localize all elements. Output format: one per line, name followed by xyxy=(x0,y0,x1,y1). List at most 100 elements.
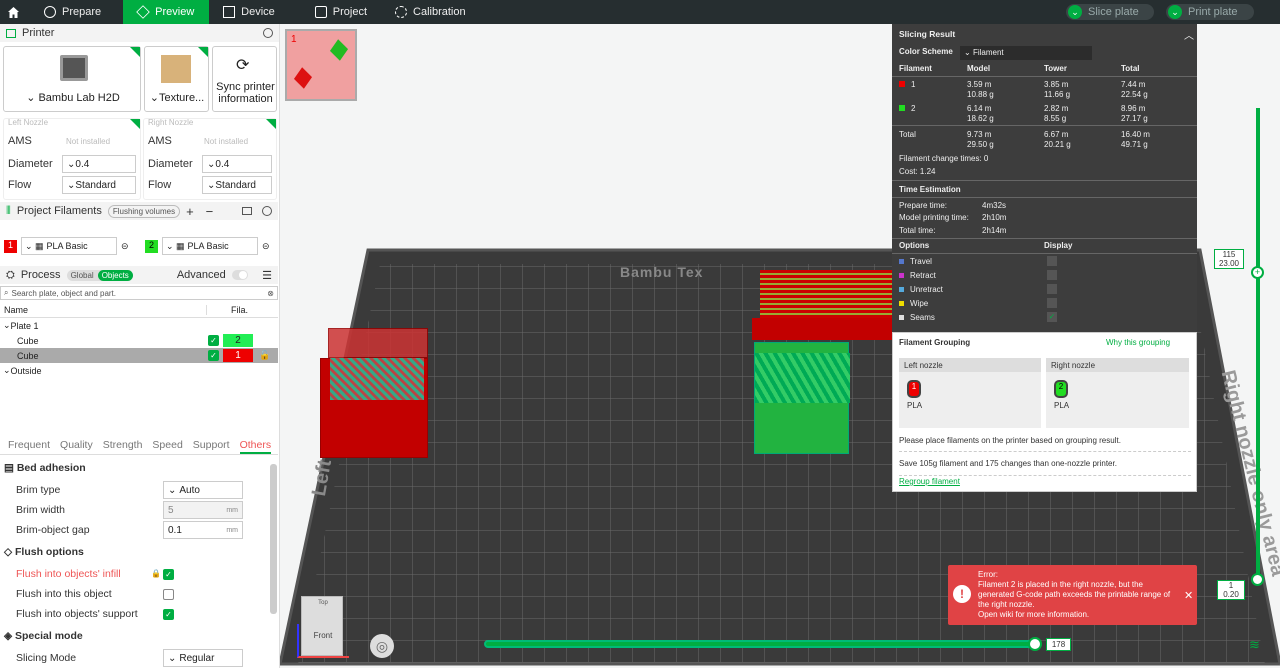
search-box[interactable]: ⌕ Search plate, object and part. ⊗ xyxy=(0,286,278,300)
tab-others[interactable]: Others xyxy=(239,439,272,454)
brim-gap-input[interactable]: 0.1 mm xyxy=(163,521,243,539)
color-swatch xyxy=(899,105,905,111)
home-button[interactable] xyxy=(0,0,26,24)
object-row-cube-selected[interactable]: Cube ✓ 1 🔓 xyxy=(0,348,278,363)
list-icon[interactable]: ☰ xyxy=(262,269,272,282)
regroup-filament-link[interactable]: Regroup filament xyxy=(899,477,960,486)
visibility-checkbox[interactable]: ✓ xyxy=(208,335,219,346)
unretract-display-checkbox[interactable] xyxy=(1047,284,1057,294)
search-icon: ⌕ xyxy=(4,288,9,297)
printer-image xyxy=(60,55,88,81)
right-diameter-select[interactable]: ⌄ 0.4 xyxy=(202,155,272,173)
visibility-checkbox[interactable]: ✓ xyxy=(208,350,219,361)
right-flow-select[interactable]: ⌄ Standard xyxy=(202,176,272,194)
filament-row-1: 1 xyxy=(899,80,915,89)
retract-display-checkbox[interactable] xyxy=(1047,270,1057,280)
gear-icon[interactable] xyxy=(263,28,273,38)
brim-type-select[interactable]: ⌄ Auto xyxy=(163,481,243,499)
flush-icon: ◇ xyxy=(4,546,15,558)
red-cube-model[interactable] xyxy=(320,328,428,458)
lock-icon: 🔒 xyxy=(151,569,161,578)
travel-display-checkbox[interactable] xyxy=(1047,256,1057,266)
printer-card[interactable]: ⌄ Bambu Lab H2D xyxy=(3,46,141,112)
error-icon: ! xyxy=(953,585,971,603)
layer-slider-top-handle[interactable]: + xyxy=(1251,266,1264,279)
sync-printer-button[interactable]: ⟳ Sync printer information xyxy=(212,46,277,112)
slice-plate-button[interactable]: ⌄ Slice plate xyxy=(1066,4,1154,20)
gear-icon[interactable] xyxy=(262,206,272,216)
tab-project[interactable]: Project xyxy=(301,0,381,24)
clear-icon[interactable]: ⊗ xyxy=(267,289,274,298)
tab-strength[interactable]: Strength xyxy=(103,439,143,454)
printer-icon xyxy=(6,28,16,38)
tab-device[interactable]: Device xyxy=(209,0,289,24)
layer-top-label: 115 23.00 xyxy=(1214,249,1244,269)
lock-icon: 🔓 xyxy=(259,350,271,360)
layer-slider-bottom-handle[interactable] xyxy=(1251,573,1264,586)
flush-object-checkbox[interactable] xyxy=(163,589,174,600)
left-nozzle-group: Left nozzle 1 PLA xyxy=(899,358,1041,428)
plate-texture-card[interactable]: ⌄Texture... xyxy=(144,46,209,112)
preview-icon xyxy=(136,5,150,19)
flush-options-heading: ◇ Flush options xyxy=(4,546,84,558)
settings-scrollbar[interactable] xyxy=(270,464,277,614)
outside-row[interactable]: ⌄ Outside xyxy=(0,363,278,378)
filaments-header: ⦀ Project Filaments Flushing volumes + − xyxy=(0,202,278,220)
tab-frequent[interactable]: Frequent xyxy=(8,439,50,454)
moves-slider[interactable] xyxy=(484,640,1038,648)
tab-support[interactable]: Support xyxy=(193,439,230,454)
advanced-toggle[interactable] xyxy=(231,270,249,280)
close-icon[interactable]: ✕ xyxy=(1184,589,1193,602)
spool-icon: 1 xyxy=(907,380,921,398)
flush-infill-checkbox[interactable]: ✓ xyxy=(163,569,174,580)
object-row-cube[interactable]: Cube ✓ 2 xyxy=(0,333,278,348)
wipe-display-checkbox[interactable] xyxy=(1047,298,1057,308)
moves-slider-handle[interactable] xyxy=(1028,637,1042,651)
flush-support-checkbox[interactable]: ✓ xyxy=(163,609,174,620)
collapse-icon[interactable]: ︿ xyxy=(1184,27,1194,42)
prepare-icon xyxy=(44,6,56,18)
tab-prepare[interactable]: Prepare xyxy=(30,0,115,24)
cube-thumb-red xyxy=(293,67,313,89)
remove-icon[interactable]: − xyxy=(206,204,214,219)
flushing-volumes-button[interactable]: Flushing volumes xyxy=(107,204,181,218)
slicing-mode-select[interactable]: ⌄ Regular xyxy=(163,649,243,667)
left-flow-select[interactable]: ⌄ Standard xyxy=(62,176,136,194)
open-wiki-link[interactable]: Open wiki for more information. xyxy=(978,610,1178,620)
right-nozzle-group: Right nozzle 2 PLA xyxy=(1046,358,1189,428)
tab-quality[interactable]: Quality xyxy=(60,439,93,454)
brim-width-input[interactable]: 5 mm xyxy=(163,501,243,519)
printer-section-header: Printer xyxy=(0,24,279,42)
layer-bottom-label: 1 0.20 xyxy=(1217,580,1245,600)
left-diameter-select[interactable]: ⌄ 0.4 xyxy=(62,155,136,173)
seams-display-checkbox[interactable]: ✓ xyxy=(1047,312,1057,322)
tab-speed[interactable]: Speed xyxy=(152,439,182,454)
tab-calibration[interactable]: Calibration xyxy=(381,0,480,24)
why-grouping-link[interactable]: Why this grouping xyxy=(1106,338,1170,347)
filament-slot-2[interactable]: 2 ⌄ ▦ PLA Basic ⊝ xyxy=(145,237,270,255)
color-swatch xyxy=(899,301,904,306)
calibration-icon xyxy=(395,6,408,18)
filament-slot-1[interactable]: 1 ⌄ ▦ PLA Basic ⊝ xyxy=(4,237,129,255)
print-plate-button[interactable]: ⌄ Print plate xyxy=(1166,4,1254,20)
special-icon: ◈ xyxy=(4,630,15,642)
more-icon[interactable]: ⊝ xyxy=(121,241,129,252)
layer-slider[interactable] xyxy=(1256,108,1260,584)
more-icon[interactable]: ⊝ xyxy=(262,241,270,252)
recenter-button[interactable]: ◎ xyxy=(370,634,394,658)
layers-icon[interactable]: ≋ xyxy=(1249,637,1265,653)
plate-row[interactable]: ⌄ Plate 1 xyxy=(0,318,278,333)
filament-badge[interactable]: 2 xyxy=(223,334,253,347)
tab-preview[interactable]: Preview xyxy=(123,0,210,24)
color-scheme-select[interactable]: ⌄ Filament xyxy=(960,46,1092,60)
right-nozzle-card: Right Nozzle AMS Not installed Diameter … xyxy=(143,118,277,200)
sync-ams-icon[interactable] xyxy=(242,207,252,215)
color-swatch xyxy=(899,259,904,264)
plate-thumbnail[interactable]: 1 xyxy=(285,29,357,101)
process-scope-toggle[interactable]: Global Objects xyxy=(66,269,133,281)
prime-tower-model[interactable] xyxy=(752,270,892,340)
green-cube-model[interactable] xyxy=(754,342,850,454)
axis-icon xyxy=(297,624,349,658)
add-icon[interactable]: + xyxy=(186,204,194,219)
filament-badge[interactable]: 1 xyxy=(223,349,253,362)
